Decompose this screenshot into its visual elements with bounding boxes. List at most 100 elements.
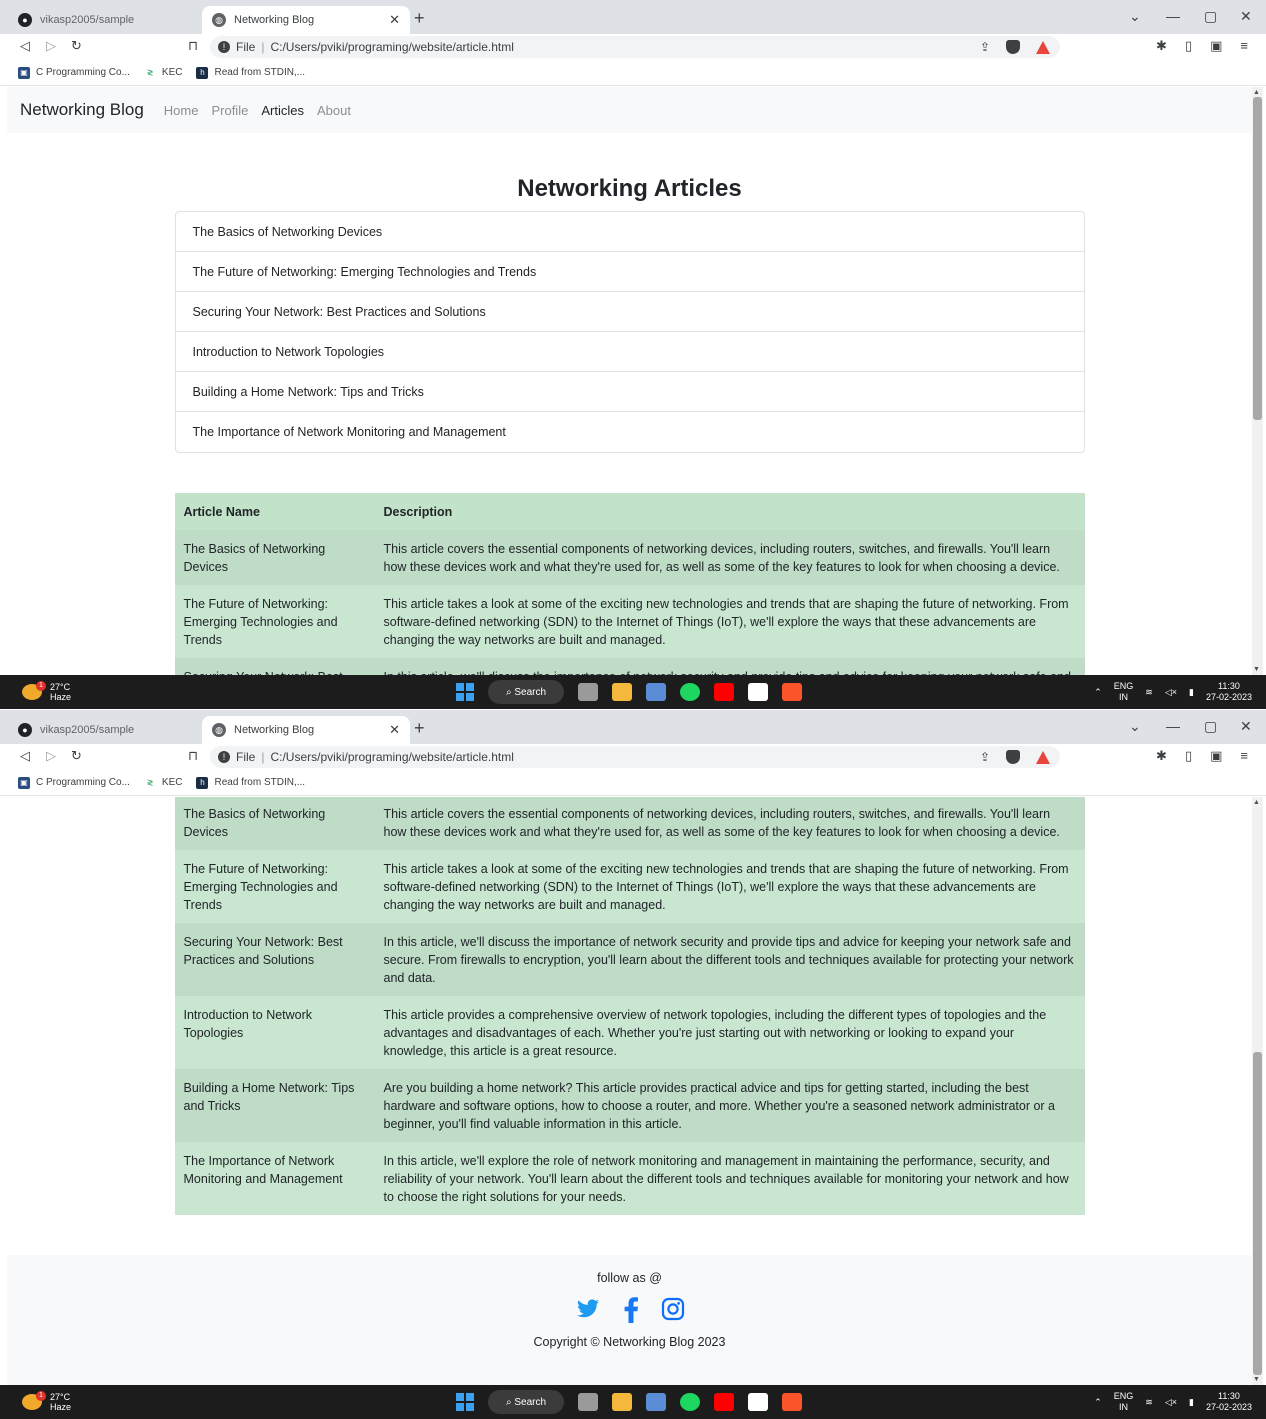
maximize-icon[interactable]: ▢	[1204, 8, 1217, 25]
menu-icon[interactable]: ≡	[1240, 748, 1248, 764]
site-brand[interactable]: Networking Blog	[20, 100, 144, 120]
tab-active[interactable]: ◍ Networking Blog ✕	[202, 6, 410, 34]
nav-about[interactable]: About	[317, 103, 351, 118]
clock[interactable]: 11:30 27-02-2023	[1206, 1391, 1252, 1413]
menu-icon[interactable]: ≡	[1240, 38, 1248, 54]
share-icon[interactable]: ⇪	[980, 40, 990, 54]
clock[interactable]: 11:30 27-02-2023	[1206, 681, 1252, 703]
scroll-down-icon[interactable]: ▼	[1253, 1376, 1260, 1383]
address-bar[interactable]: ! File | C:/Users/pviki/programing/websi…	[210, 36, 1060, 58]
kec-app-icon[interactable]	[748, 1393, 768, 1411]
spotify-icon[interactable]	[680, 1393, 700, 1411]
tab-search-icon[interactable]: ⌄	[1129, 718, 1141, 735]
nav-profile[interactable]: Profile	[211, 103, 248, 118]
page-scrollbar[interactable]: ▲ ▼	[1252, 87, 1263, 675]
youtube-icon[interactable]	[714, 683, 734, 701]
file-explorer-icon[interactable]	[612, 1393, 632, 1411]
address-bar[interactable]: ! File | C:/Users/pviki/programing/websi…	[210, 746, 1060, 768]
new-tab-button[interactable]: +	[414, 8, 425, 29]
store-icon[interactable]	[646, 683, 666, 701]
store-icon[interactable]	[646, 1393, 666, 1411]
battery-icon[interactable]: ▮	[1189, 1397, 1194, 1408]
scroll-up-icon[interactable]: ▲	[1253, 799, 1260, 806]
windows-start-icon[interactable]	[456, 1393, 474, 1411]
bookmark-item[interactable]: h Read from STDIN,...	[196, 776, 305, 789]
bookmark-icon[interactable]: ⊓	[188, 38, 198, 54]
list-item[interactable]: Introduction to Network Topologies	[175, 332, 1084, 372]
volume-icon[interactable]: ◁×	[1165, 687, 1177, 698]
nav-articles[interactable]: Articles	[261, 103, 304, 118]
youtube-icon[interactable]	[714, 1393, 734, 1411]
forward-icon[interactable]: ▷	[46, 748, 56, 764]
close-tab-icon[interactable]: ✕	[389, 722, 400, 738]
tray-chevron-icon[interactable]: ⌃	[1094, 1397, 1102, 1408]
back-icon[interactable]: ◁	[20, 748, 30, 764]
scrollbar-thumb[interactable]	[1253, 1051, 1262, 1375]
scroll-up-icon[interactable]: ▲	[1253, 89, 1260, 96]
wifi-icon[interactable]: ≋	[1145, 1397, 1153, 1408]
info-icon[interactable]: !	[218, 41, 230, 53]
page-scrollbar[interactable]: ▲ ▼	[1252, 797, 1263, 1385]
language-indicator[interactable]: ENG IN	[1114, 1391, 1134, 1413]
extensions-icon[interactable]: ✱	[1156, 38, 1167, 54]
share-icon[interactable]: ⇪	[980, 750, 990, 764]
bookmark-item[interactable]: ≷ KEC	[143, 66, 182, 79]
tab-active[interactable]: ◍ Networking Blog ✕	[202, 716, 410, 744]
bookmark-item[interactable]: ▣ C Programming Co...	[18, 776, 130, 789]
list-item[interactable]: The Importance of Network Monitoring and…	[176, 412, 1084, 452]
scroll-down-icon[interactable]: ▼	[1253, 666, 1260, 673]
brave-browser-icon[interactable]	[782, 683, 802, 701]
file-explorer-icon[interactable]	[612, 683, 632, 701]
taskbar-search[interactable]: ⌕ Search	[488, 680, 564, 704]
minimize-icon[interactable]: —	[1166, 718, 1180, 734]
brave-browser-icon[interactable]	[782, 1393, 802, 1411]
forward-icon[interactable]: ▷	[46, 38, 56, 54]
sidebar-icon[interactable]: ▯	[1185, 38, 1192, 54]
weather-widget[interactable]: 1 27°C Haze	[22, 1391, 71, 1412]
close-window-icon[interactable]: ✕	[1240, 718, 1252, 735]
task-view-icon[interactable]	[578, 1393, 598, 1411]
windows-start-icon[interactable]	[456, 683, 474, 701]
scrollbar-thumb[interactable]	[1253, 97, 1262, 421]
weather-widget[interactable]: 1 27°C Haze	[22, 681, 71, 702]
list-item[interactable]: Building a Home Network: Tips and Tricks	[175, 372, 1084, 412]
bookmark-item[interactable]: h Read from STDIN,...	[196, 66, 305, 79]
minimize-icon[interactable]: —	[1166, 8, 1180, 24]
reload-icon[interactable]: ↻	[71, 38, 82, 54]
brave-shield-icon[interactable]	[1006, 40, 1020, 54]
brave-rewards-icon[interactable]	[1036, 40, 1050, 54]
list-item[interactable]: The Basics of Networking Devices	[175, 212, 1084, 252]
reload-icon[interactable]: ↻	[71, 748, 82, 764]
bookmark-item[interactable]: ▣ C Programming Co...	[18, 66, 130, 79]
nav-home[interactable]: Home	[164, 103, 199, 118]
battery-icon[interactable]: ▮	[1189, 687, 1194, 698]
language-indicator[interactable]: ENG IN	[1114, 681, 1134, 703]
sidebar-icon[interactable]: ▯	[1185, 748, 1192, 764]
wifi-icon[interactable]: ≋	[1145, 687, 1153, 698]
facebook-icon[interactable]	[621, 1297, 641, 1323]
extensions-icon[interactable]: ✱	[1156, 748, 1167, 764]
volume-icon[interactable]: ◁×	[1165, 1397, 1177, 1408]
close-tab-icon[interactable]: ✕	[389, 12, 400, 28]
kec-app-icon[interactable]	[748, 683, 768, 701]
back-icon[interactable]: ◁	[20, 38, 30, 54]
close-window-icon[interactable]: ✕	[1240, 8, 1252, 25]
page-viewport[interactable]: Networking Blog Home Profile Articles Ab…	[7, 87, 1252, 675]
maximize-icon[interactable]: ▢	[1204, 718, 1217, 735]
brave-shield-icon[interactable]	[1006, 750, 1020, 764]
tab-inactive[interactable]: ● vikasp2005/sample	[8, 716, 198, 744]
task-view-icon[interactable]	[578, 683, 598, 701]
new-tab-button[interactable]: +	[414, 718, 425, 739]
instagram-icon[interactable]	[661, 1297, 685, 1321]
wallet-icon[interactable]: ▣	[1210, 38, 1222, 54]
tab-search-icon[interactable]: ⌄	[1129, 8, 1141, 25]
brave-rewards-icon[interactable]	[1036, 750, 1050, 764]
page-viewport[interactable]: Networking Blog Home Profile Articles Ab…	[7, 797, 1252, 1385]
bookmark-icon[interactable]: ⊓	[188, 748, 198, 764]
list-item[interactable]: The Future of Networking: Emerging Techn…	[175, 252, 1084, 292]
twitter-icon[interactable]	[575, 1297, 601, 1321]
taskbar-search[interactable]: ⌕ Search	[488, 1390, 564, 1414]
spotify-icon[interactable]	[680, 683, 700, 701]
list-item[interactable]: Securing Your Network: Best Practices an…	[175, 292, 1084, 332]
tray-chevron-icon[interactable]: ⌃	[1094, 687, 1102, 698]
